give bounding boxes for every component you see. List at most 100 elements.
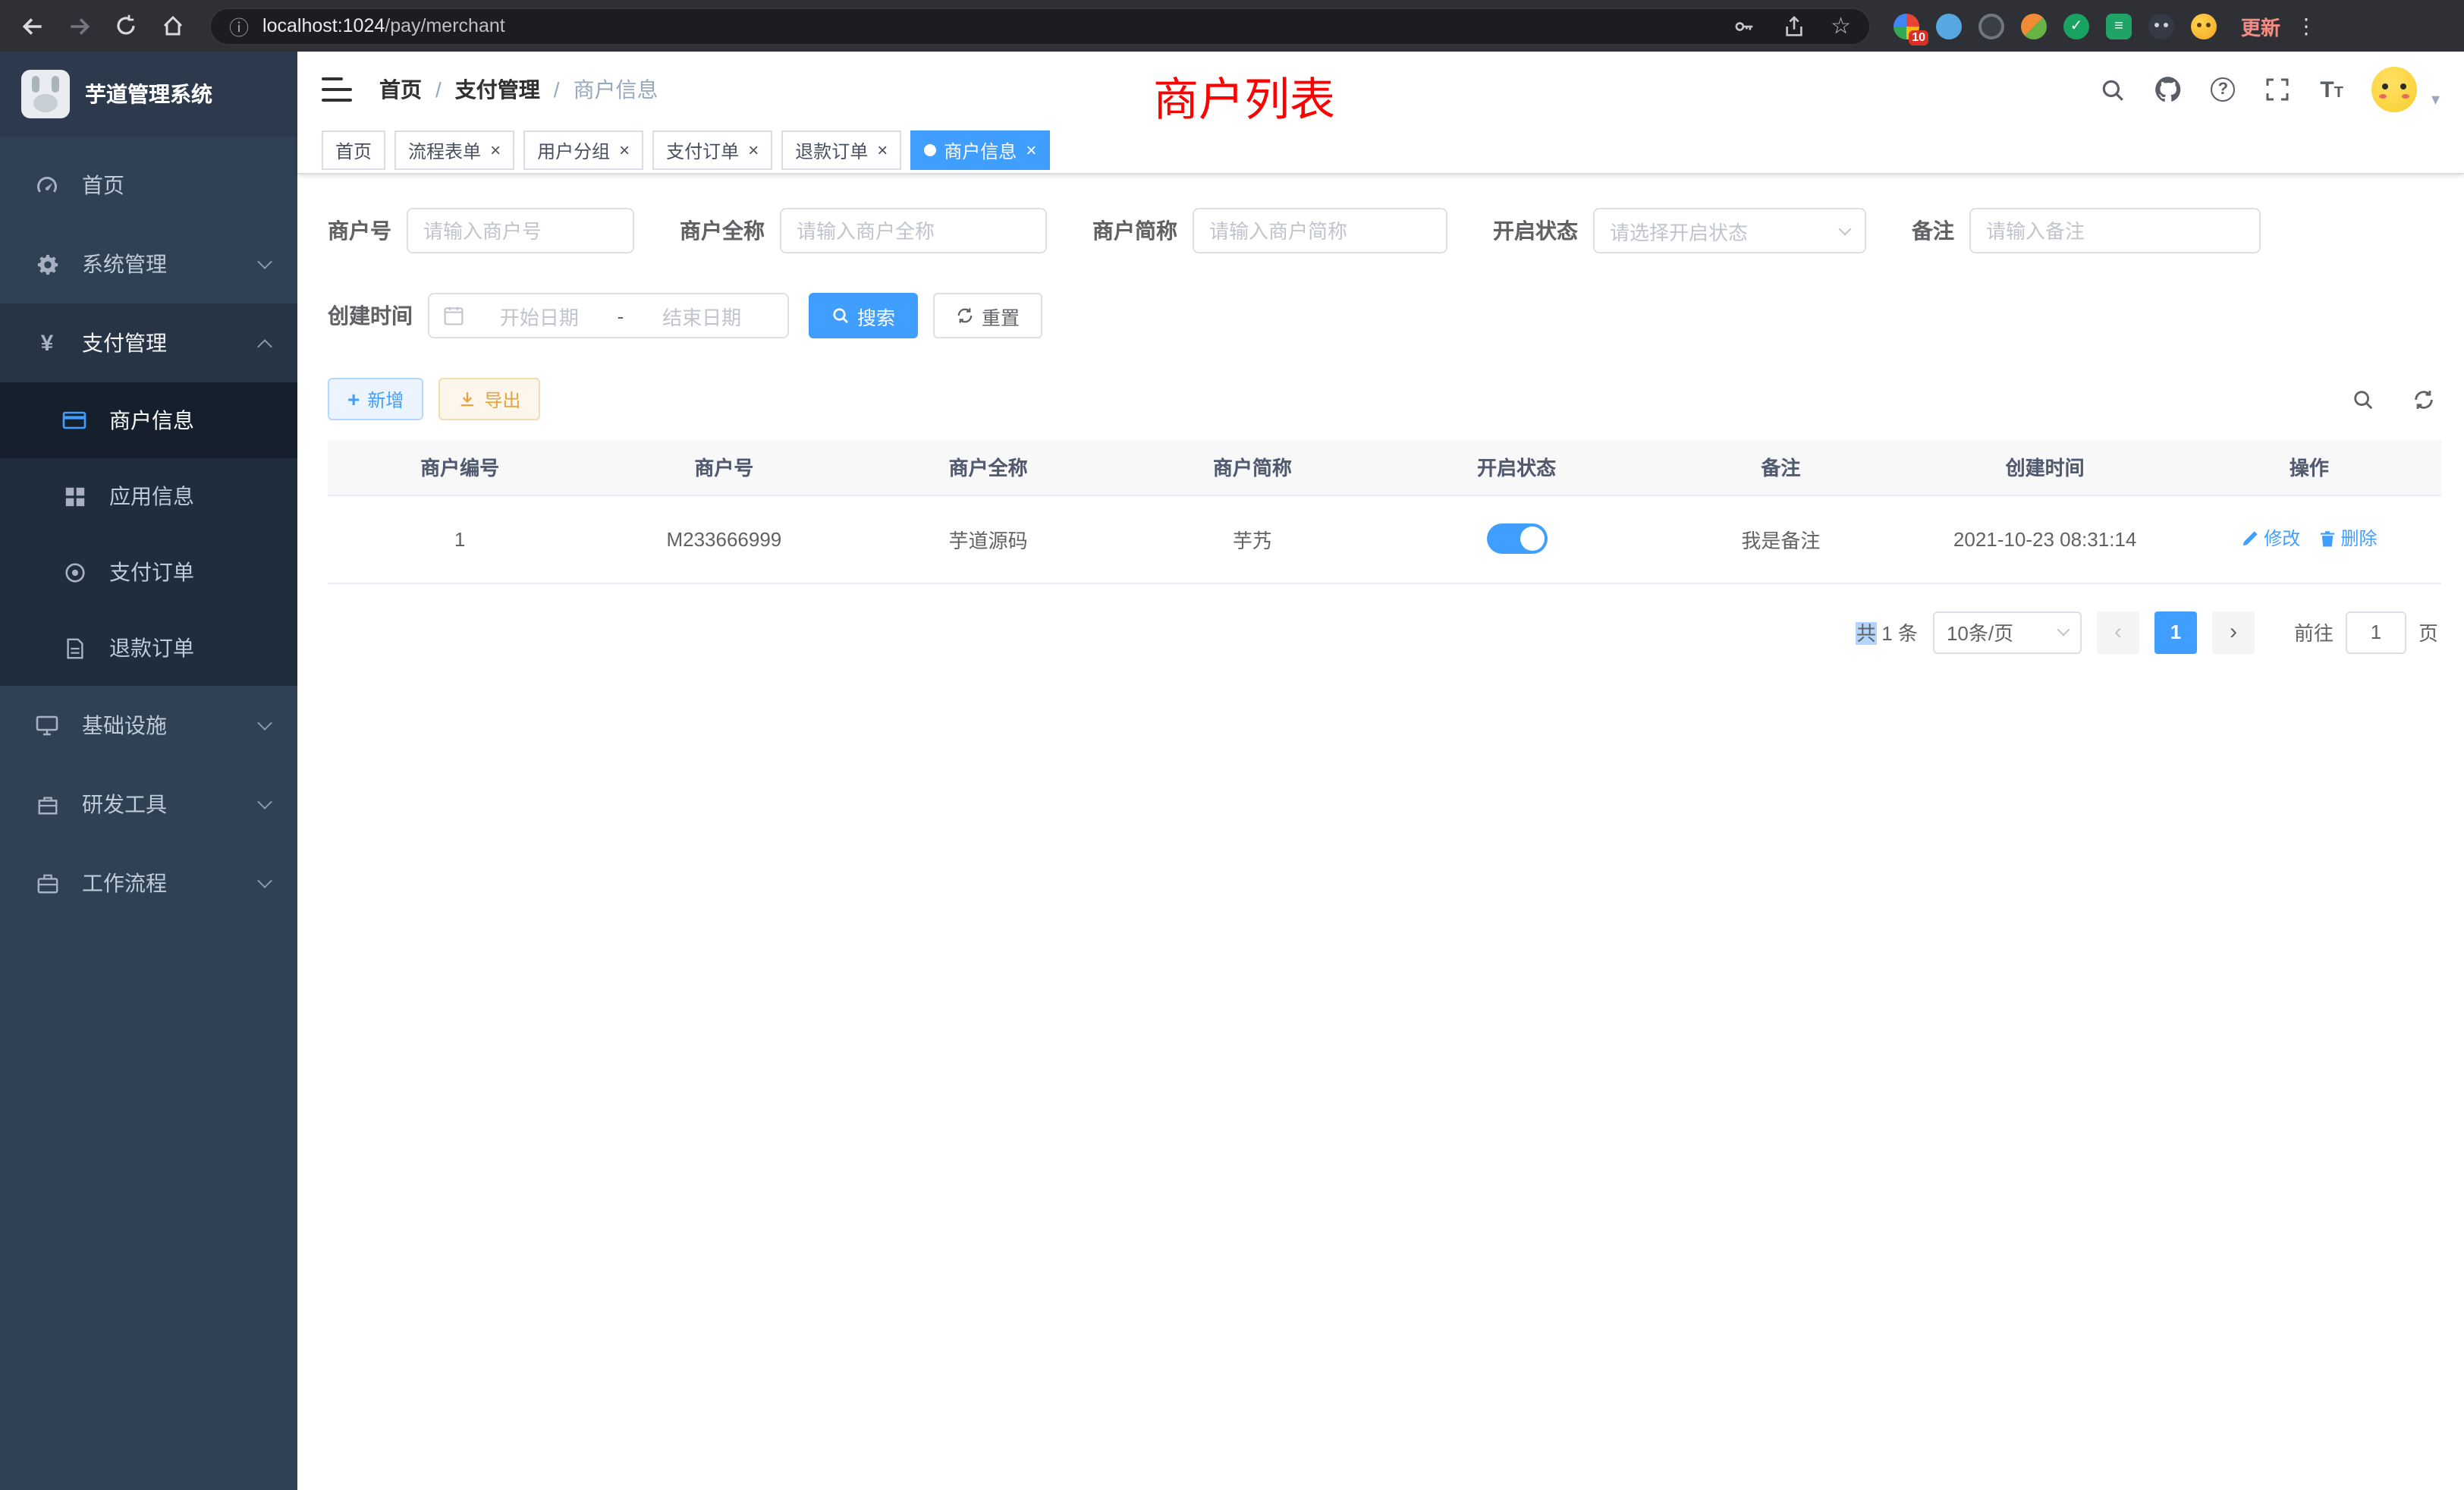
extension-badge: 10 <box>1909 30 1928 45</box>
app-title: 芋道管理系统 <box>85 79 212 109</box>
tab-merchant-info[interactable]: 商户信息 × <box>910 130 1050 170</box>
remark-input[interactable] <box>1969 208 2261 253</box>
help-icon[interactable]: ? <box>2211 77 2235 102</box>
close-icon[interactable]: × <box>748 141 759 159</box>
fullscreen-icon[interactable] <box>2264 76 2291 103</box>
goto-label: 前往 <box>2294 618 2334 646</box>
cell-merchant-no: M233666999 <box>592 495 856 583</box>
user-avatar[interactable] <box>2372 67 2418 112</box>
status-select[interactable]: 请选择开启状态 <box>1593 208 1866 253</box>
extension-icon-blue-drop[interactable] <box>1936 13 1962 39</box>
sidebar-item-payment-management[interactable]: ¥ 支付管理 <box>0 303 297 382</box>
page-size-select[interactable]: 10条/页 <box>1933 611 2082 653</box>
tab-refund-order[interactable]: 退款订单 × <box>781 130 901 170</box>
sidebar-item-workflow[interactable]: 工作流程 <box>0 844 297 923</box>
table-toolbar: + 新增 导出 <box>328 378 2441 420</box>
tab-process-form[interactable]: 流程表单 × <box>394 130 514 170</box>
refresh-icon[interactable] <box>2411 387 2435 411</box>
short-name-input[interactable] <box>1193 208 1447 253</box>
filter-create-time: 创建时间 开始日期 - 结束日期 <box>328 293 789 338</box>
sidebar-item-home[interactable]: 首页 <box>0 146 297 225</box>
browser-forward-icon[interactable] <box>59 6 99 46</box>
password-key-icon[interactable] <box>1730 12 1758 39</box>
delete-button[interactable]: 删除 <box>2318 526 2378 552</box>
extension-icon-yellow-face[interactable] <box>2191 13 2217 39</box>
sidebar-item-label: 基础设施 <box>82 710 259 740</box>
sidebar-toggle-icon[interactable] <box>322 77 352 102</box>
address-bar[interactable]: ⓘ localhost:1024 /pay/merchant ☆ <box>209 7 1871 45</box>
plus-icon: + <box>347 388 360 410</box>
export-button[interactable]: 导出 <box>438 378 540 420</box>
breadcrumb-separator: / <box>554 77 560 102</box>
extension-icon-dark-ring[interactable] <box>1978 13 2004 39</box>
tab-label: 退款订单 <box>795 137 868 163</box>
grid-icon <box>61 483 88 510</box>
sidebar-item-system-management[interactable]: 系统管理 <box>0 225 297 303</box>
pagination-total: 共 1 条 <box>1856 618 1918 646</box>
monitor-icon <box>33 712 61 739</box>
search-button[interactable]: 搜索 <box>809 293 918 338</box>
prev-page-button[interactable]: ‹ <box>2097 611 2139 653</box>
close-icon[interactable]: × <box>619 141 630 159</box>
toggle-search-icon[interactable] <box>2350 387 2374 411</box>
close-icon[interactable]: × <box>490 141 501 159</box>
sidebar-item-label: 支付订单 <box>109 557 270 587</box>
reset-button-label: 重置 <box>982 301 1020 330</box>
briefcase-icon <box>33 869 61 897</box>
close-icon[interactable]: × <box>1026 141 1036 159</box>
merchant-no-input[interactable] <box>407 208 634 253</box>
extension-icon-dark-face[interactable] <box>2148 13 2174 39</box>
table-header-row: 商户编号 商户号 商户全称 商户简称 开启状态 备注 创建时间 操作 <box>328 440 2441 495</box>
browser-update-button[interactable]: 更新 <box>2241 11 2280 40</box>
end-date-placeholder[interactable]: 结束日期 <box>630 301 774 330</box>
gear-icon <box>33 250 61 278</box>
font-size-icon[interactable]: TT <box>2320 77 2343 102</box>
extension-icon-split-circle[interactable] <box>2021 13 2047 39</box>
search-icon[interactable] <box>2098 76 2126 103</box>
edit-button[interactable]: 修改 <box>2241 526 2300 552</box>
filter-row-1: 商户号 商户全称 商户简称 开启状态 请选择开启状态 <box>328 208 2441 253</box>
extension-icon-colorwheel[interactable]: 10 <box>1894 13 1919 39</box>
extension-icon-green-square[interactable]: ≡ <box>2106 13 2132 39</box>
github-icon[interactable] <box>2154 76 2182 103</box>
filter-merchant-no: 商户号 <box>328 208 634 253</box>
sidebar-item-payment-order[interactable]: 支付订单 <box>0 534 297 610</box>
page-number-1[interactable]: 1 <box>2154 611 2197 653</box>
sidebar-item-label: 应用信息 <box>109 481 270 511</box>
add-button[interactable]: + 新增 <box>328 378 423 420</box>
breadcrumb-payment[interactable]: 支付管理 <box>455 74 540 105</box>
next-page-button[interactable]: › <box>2212 611 2255 653</box>
full-name-input[interactable] <box>780 208 1047 253</box>
total-rest: 1 条 <box>1881 622 1918 645</box>
share-icon[interactable] <box>1780 12 1808 39</box>
dashboard-icon <box>33 171 61 199</box>
close-icon[interactable]: × <box>877 141 888 159</box>
logo[interactable]: 芋道管理系统 <box>0 52 297 137</box>
tab-user-group[interactable]: 用户分组 × <box>523 130 643 170</box>
avatar-caret-icon[interactable]: ▾ <box>2431 90 2440 112</box>
start-date-placeholder[interactable]: 开始日期 <box>467 301 611 330</box>
breadcrumb-home[interactable]: 首页 <box>379 74 422 105</box>
sidebar-item-dev-tools[interactable]: 研发工具 <box>0 765 297 844</box>
main-area: 首页 / 支付管理 / 商户信息 商户列表 ? <box>297 52 2464 1490</box>
bookmark-star-icon[interactable]: ☆ <box>1831 12 1851 39</box>
browser-reload-icon[interactable] <box>106 6 146 46</box>
sidebar-item-app-info[interactable]: 应用信息 <box>0 458 297 534</box>
browser-menu-icon[interactable]: ⋮ <box>2296 13 2317 39</box>
site-info-icon[interactable]: ⓘ <box>229 11 249 40</box>
sidebar-item-merchant-info[interactable]: 商户信息 <box>0 382 297 458</box>
date-range-picker[interactable]: 开始日期 - 结束日期 <box>428 293 789 338</box>
sidebar-item-infrastructure[interactable]: 基础设施 <box>0 686 297 765</box>
cell-short-name: 芋艿 <box>1120 495 1384 583</box>
tab-payment-order[interactable]: 支付订单 × <box>652 130 772 170</box>
sidebar-item-refund-order[interactable]: 退款订单 <box>0 610 297 686</box>
tab-home[interactable]: 首页 <box>322 130 385 170</box>
tab-label: 流程表单 <box>408 137 481 163</box>
status-toggle[interactable] <box>1486 523 1547 554</box>
browser-home-icon[interactable] <box>153 6 193 46</box>
reset-button[interactable]: 重置 <box>933 293 1042 338</box>
goto-page-input[interactable] <box>2346 611 2406 653</box>
browser-back-icon[interactable] <box>12 6 52 46</box>
extension-icon-green-check[interactable]: ✓ <box>2063 13 2089 39</box>
tab-label: 支付订单 <box>666 137 739 163</box>
